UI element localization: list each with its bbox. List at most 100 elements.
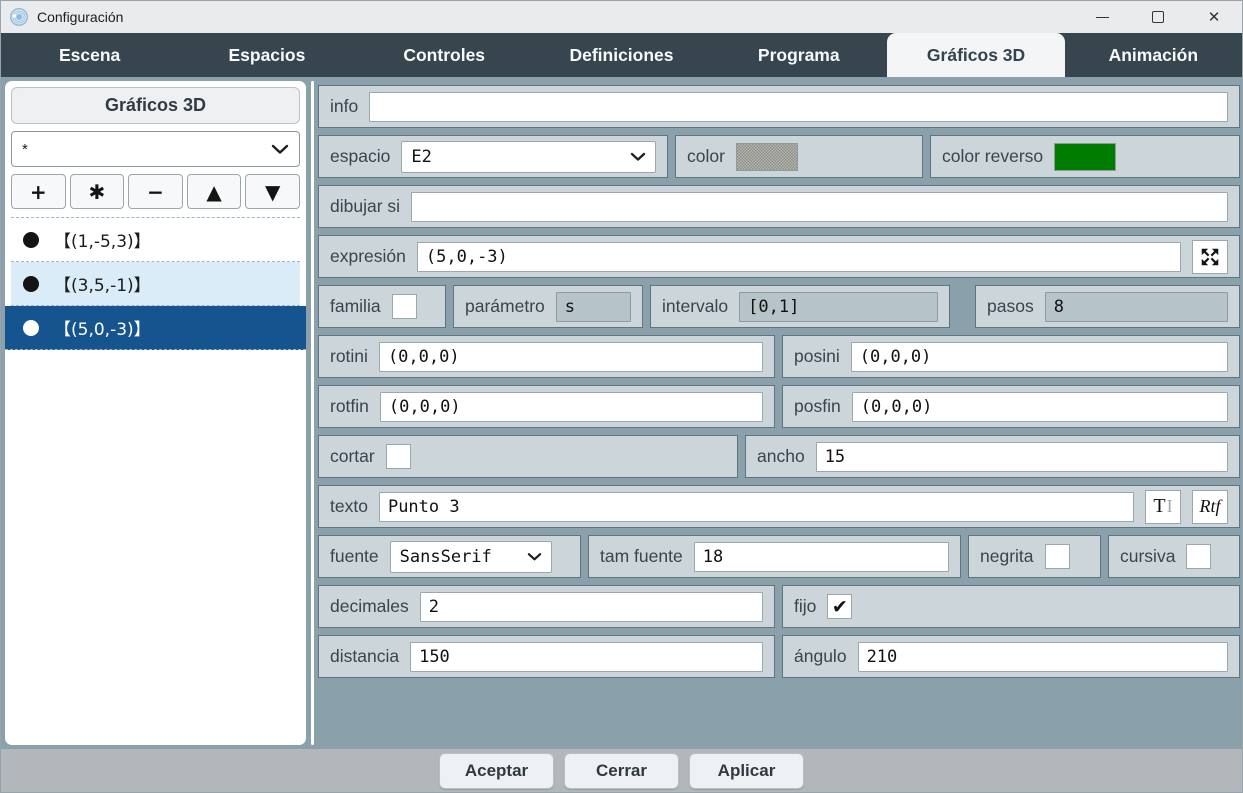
fijo-checkbox[interactable]	[827, 594, 852, 619]
chevron-down-icon	[271, 144, 289, 155]
close-dialog-button[interactable]: Cerrar	[564, 753, 679, 789]
list-item-label: 【(5,0,-3)】	[54, 315, 151, 340]
pasos-field: pasos	[975, 285, 1240, 328]
negrita-checkbox[interactable]	[1045, 544, 1070, 569]
fuente-field: fuente SansSerif	[318, 535, 581, 578]
distancia-input[interactable]	[410, 642, 763, 672]
posini-label: posini	[794, 346, 840, 367]
remove-item-button[interactable]: −	[128, 174, 183, 209]
rotini-field: rotini	[318, 335, 775, 378]
apply-button[interactable]: Aplicar	[689, 753, 804, 789]
posini-field: posini	[782, 335, 1240, 378]
tam-fuente-field: tam fuente	[588, 535, 961, 578]
angulo-input[interactable]	[858, 642, 1228, 672]
configuration-window: Configuración ✕ Escena Espacios Controle…	[0, 0, 1243, 793]
espacio-value: E2	[411, 147, 431, 167]
list-toolbar: + ✱ − ▲ ▼	[11, 174, 300, 209]
tab-escena[interactable]: Escena	[1, 33, 178, 77]
posfin-field: posfin	[782, 385, 1240, 428]
graphics-list-sidebar: Gráficos 3D * + ✱ − ▲ ▼ 【(1,-5,3)】	[5, 81, 306, 745]
graphics-list: 【(1,-5,3)】 【(3,5,-1)】 【(5,0,-3)】	[11, 217, 300, 350]
tab-definiciones[interactable]: Definiciones	[533, 33, 710, 77]
dibujar-si-label: dibujar si	[330, 196, 400, 217]
list-item[interactable]: 【(1,-5,3)】	[11, 218, 300, 262]
espacio-dropdown[interactable]: E2	[401, 141, 656, 173]
espacio-field: espacio E2	[318, 135, 668, 178]
move-down-button[interactable]: ▼	[245, 174, 300, 209]
rotfin-label: rotfin	[330, 396, 369, 417]
sidebar-panel-divider	[311, 81, 314, 745]
color-swatch[interactable]	[736, 143, 798, 171]
plain-text-icon: T	[1153, 495, 1165, 518]
rotfin-input[interactable]	[380, 392, 763, 422]
rotfin-field: rotfin	[318, 385, 775, 428]
parametro-field: parámetro	[453, 285, 643, 328]
posfin-label: posfin	[794, 396, 841, 417]
expand-editor-button[interactable]	[1192, 240, 1228, 274]
fijo-label: fijo	[794, 596, 816, 617]
familia-field: familia	[318, 285, 446, 328]
chevron-down-icon	[630, 152, 646, 162]
close-button[interactable]: ✕	[1186, 1, 1242, 33]
decimales-input[interactable]	[420, 592, 763, 622]
angulo-label: ángulo	[794, 646, 847, 667]
cortar-checkbox[interactable]	[386, 444, 411, 469]
familia-checkbox[interactable]	[392, 294, 417, 319]
list-item-selected[interactable]: 【(5,0,-3)】	[5, 306, 306, 350]
minimize-button[interactable]	[1074, 1, 1130, 33]
list-item[interactable]: 【(3,5,-1)】	[11, 262, 300, 306]
fuente-value: SansSerif	[400, 547, 492, 567]
list-item-label: 【(1,-5,3)】	[54, 227, 151, 252]
expand-arrows-icon	[1199, 246, 1221, 268]
tab-bar: Escena Espacios Controles Definiciones P…	[1, 33, 1242, 77]
expresion-field: expresión	[318, 235, 1240, 278]
rotini-label: rotini	[330, 346, 368, 367]
posfin-input[interactable]	[852, 392, 1228, 422]
texto-input[interactable]	[379, 492, 1134, 522]
cortar-label: cortar	[330, 446, 375, 467]
rtf-text-button[interactable]: Rtf	[1192, 490, 1228, 524]
tab-graficos-3d[interactable]: Gráficos 3D	[887, 33, 1064, 77]
filter-select[interactable]: *	[11, 131, 300, 167]
tab-controles[interactable]: Controles	[356, 33, 533, 77]
color-field: color	[675, 135, 923, 178]
fijo-field: fijo	[782, 585, 1240, 628]
cursiva-label: cursiva	[1120, 546, 1175, 567]
tab-programa[interactable]: Programa	[710, 33, 887, 77]
dibujar-si-input[interactable]	[411, 192, 1228, 222]
chevron-down-icon	[527, 552, 542, 562]
expresion-input[interactable]	[417, 242, 1181, 272]
accept-button[interactable]: Aceptar	[439, 753, 554, 789]
duplicate-item-button[interactable]: ✱	[70, 174, 125, 209]
cortar-field: cortar	[318, 435, 738, 478]
posini-input[interactable]	[851, 342, 1228, 372]
add-item-button[interactable]: +	[11, 174, 66, 209]
cursiva-checkbox[interactable]	[1186, 544, 1211, 569]
minimize-icon	[1096, 17, 1109, 18]
angulo-field: ángulo	[782, 635, 1240, 678]
negrita-label: negrita	[980, 546, 1034, 567]
maximize-icon	[1152, 11, 1164, 23]
tab-animacion[interactable]: Animación	[1065, 33, 1242, 77]
tam-fuente-label: tam fuente	[600, 546, 683, 567]
maximize-button[interactable]	[1130, 1, 1186, 33]
text-cursor-icon: I	[1167, 496, 1173, 517]
ancho-input[interactable]	[816, 442, 1228, 472]
content-area: Gráficos 3D * + ✱ − ▲ ▼ 【(1,-5,3)】	[1, 77, 1242, 749]
pasos-label: pasos	[987, 296, 1034, 317]
tam-fuente-input[interactable]	[694, 542, 949, 572]
negrita-field: negrita	[968, 535, 1101, 578]
color-reverso-swatch[interactable]	[1054, 143, 1116, 171]
filter-select-value: *	[22, 141, 28, 158]
tab-espacios[interactable]: Espacios	[178, 33, 355, 77]
expresion-label: expresión	[330, 246, 406, 267]
rotini-input[interactable]	[379, 342, 763, 372]
info-input[interactable]	[369, 92, 1228, 122]
fuente-dropdown[interactable]: SansSerif	[390, 541, 552, 573]
sidebar-title: Gráficos 3D	[11, 87, 300, 124]
color-label: color	[687, 146, 725, 167]
move-up-button[interactable]: ▲	[187, 174, 242, 209]
plain-text-button[interactable]: TI	[1145, 490, 1181, 524]
espacio-label: espacio	[330, 146, 390, 167]
titlebar: Configuración ✕	[1, 1, 1242, 33]
